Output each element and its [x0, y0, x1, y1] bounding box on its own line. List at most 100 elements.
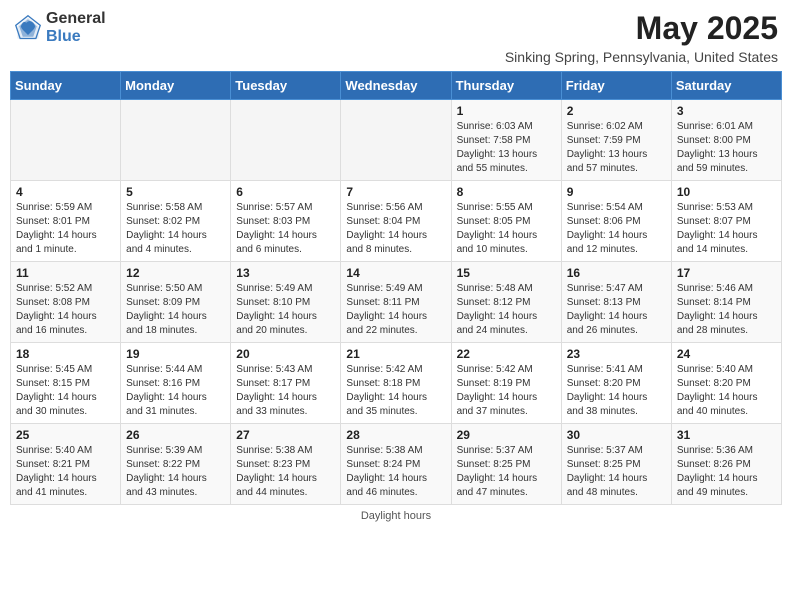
day-number: 19: [126, 347, 225, 361]
calendar-header-row: SundayMondayTuesdayWednesdayThursdayFrid…: [11, 72, 782, 100]
calendar-cell: 11 Sunrise: 5:52 AM Sunset: 8:08 PM Dayli…: [11, 262, 121, 343]
calendar-cell: 2 Sunrise: 6:02 AM Sunset: 7:59 PM Daylig…: [561, 100, 671, 181]
day-info: Sunrise: 5:52 AM Sunset: 8:08 PM Dayligh…: [16, 282, 115, 338]
calendar-week-row: 4 Sunrise: 5:59 AM Sunset: 8:01 PM Daylig…: [11, 181, 782, 262]
day-number: 31: [677, 428, 776, 442]
day-info: Sunrise: 5:54 AM Sunset: 8:06 PM Dayligh…: [567, 201, 666, 257]
day-info: Sunrise: 5:37 AM Sunset: 8:25 PM Dayligh…: [567, 444, 666, 500]
calendar-cell: 18 Sunrise: 5:45 AM Sunset: 8:15 PM Dayli…: [11, 343, 121, 424]
day-number: 18: [16, 347, 115, 361]
day-number: 13: [236, 266, 335, 280]
day-info: Sunrise: 5:45 AM Sunset: 8:15 PM Dayligh…: [16, 363, 115, 419]
day-info: Sunrise: 5:40 AM Sunset: 8:20 PM Dayligh…: [677, 363, 776, 419]
calendar-day-header: Wednesday: [341, 72, 451, 100]
day-number: 14: [346, 266, 445, 280]
calendar-cell: [121, 100, 231, 181]
calendar-cell: 15 Sunrise: 5:48 AM Sunset: 8:12 PM Dayli…: [451, 262, 561, 343]
day-number: 5: [126, 185, 225, 199]
logo-text: General Blue: [46, 10, 106, 45]
day-number: 15: [457, 266, 556, 280]
calendar-cell: [11, 100, 121, 181]
day-number: 4: [16, 185, 115, 199]
calendar-day-header: Thursday: [451, 72, 561, 100]
calendar-week-row: 18 Sunrise: 5:45 AM Sunset: 8:15 PM Dayli…: [11, 343, 782, 424]
day-info: Sunrise: 5:49 AM Sunset: 8:10 PM Dayligh…: [236, 282, 335, 338]
day-number: 23: [567, 347, 666, 361]
calendar-day-header: Sunday: [11, 72, 121, 100]
day-info: Sunrise: 5:55 AM Sunset: 8:05 PM Dayligh…: [457, 201, 556, 257]
calendar-cell: [341, 100, 451, 181]
calendar-day-header: Monday: [121, 72, 231, 100]
day-info: Sunrise: 6:02 AM Sunset: 7:59 PM Dayligh…: [567, 120, 666, 176]
calendar-day-header: Tuesday: [231, 72, 341, 100]
day-number: 29: [457, 428, 556, 442]
day-number: 21: [346, 347, 445, 361]
day-number: 20: [236, 347, 335, 361]
day-number: 26: [126, 428, 225, 442]
day-info: Sunrise: 5:39 AM Sunset: 8:22 PM Dayligh…: [126, 444, 225, 500]
location: Sinking Spring, Pennsylvania, United Sta…: [505, 49, 778, 65]
day-info: Sunrise: 5:58 AM Sunset: 8:02 PM Dayligh…: [126, 201, 225, 257]
day-info: Sunrise: 5:59 AM Sunset: 8:01 PM Dayligh…: [16, 201, 115, 257]
footer-note: Daylight hours: [10, 510, 782, 522]
day-info: Sunrise: 5:36 AM Sunset: 8:26 PM Dayligh…: [677, 444, 776, 500]
day-info: Sunrise: 5:56 AM Sunset: 8:04 PM Dayligh…: [346, 201, 445, 257]
calendar-cell: 23 Sunrise: 5:41 AM Sunset: 8:20 PM Dayli…: [561, 343, 671, 424]
calendar-cell: 26 Sunrise: 5:39 AM Sunset: 8:22 PM Dayli…: [121, 424, 231, 505]
calendar-table: SundayMondayTuesdayWednesdayThursdayFrid…: [10, 71, 782, 505]
day-info: Sunrise: 5:44 AM Sunset: 8:16 PM Dayligh…: [126, 363, 225, 419]
day-number: 12: [126, 266, 225, 280]
calendar-cell: 7 Sunrise: 5:56 AM Sunset: 8:04 PM Daylig…: [341, 181, 451, 262]
day-info: Sunrise: 5:43 AM Sunset: 8:17 PM Dayligh…: [236, 363, 335, 419]
calendar-cell: 30 Sunrise: 5:37 AM Sunset: 8:25 PM Dayli…: [561, 424, 671, 505]
day-number: 27: [236, 428, 335, 442]
logo: General Blue: [14, 10, 106, 45]
day-number: 8: [457, 185, 556, 199]
day-number: 3: [677, 104, 776, 118]
calendar-cell: 24 Sunrise: 5:40 AM Sunset: 8:20 PM Dayli…: [671, 343, 781, 424]
day-info: Sunrise: 5:53 AM Sunset: 8:07 PM Dayligh…: [677, 201, 776, 257]
calendar-week-row: 11 Sunrise: 5:52 AM Sunset: 8:08 PM Dayli…: [11, 262, 782, 343]
day-info: Sunrise: 5:37 AM Sunset: 8:25 PM Dayligh…: [457, 444, 556, 500]
calendar-cell: 21 Sunrise: 5:42 AM Sunset: 8:18 PM Dayli…: [341, 343, 451, 424]
calendar-cell: 22Sunrise: 5:42 AM Sunset: 8:19 PM Dayli…: [451, 343, 561, 424]
logo-general: General: [46, 10, 106, 28]
day-info: Sunrise: 5:42 AM Sunset: 8:18 PM Dayligh…: [346, 363, 445, 419]
day-number: 25: [16, 428, 115, 442]
calendar-cell: 25 Sunrise: 5:40 AM Sunset: 8:21 PM Dayli…: [11, 424, 121, 505]
day-number: 28: [346, 428, 445, 442]
day-number: 17: [677, 266, 776, 280]
calendar-cell: 29 Sunrise: 5:37 AM Sunset: 8:25 PM Dayli…: [451, 424, 561, 505]
calendar-cell: 5 Sunrise: 5:58 AM Sunset: 8:02 PM Daylig…: [121, 181, 231, 262]
calendar-cell: 4 Sunrise: 5:59 AM Sunset: 8:01 PM Daylig…: [11, 181, 121, 262]
day-number: 11: [16, 266, 115, 280]
calendar-cell: 12Sunrise: 5:50 AM Sunset: 8:09 PM Dayli…: [121, 262, 231, 343]
calendar-cell: 9 Sunrise: 5:54 AM Sunset: 8:06 PM Daylig…: [561, 181, 671, 262]
day-number: 30: [567, 428, 666, 442]
day-number: 24: [677, 347, 776, 361]
calendar-cell: 17 Sunrise: 5:46 AM Sunset: 8:14 PM Dayli…: [671, 262, 781, 343]
calendar-day-header: Saturday: [671, 72, 781, 100]
logo-icon: [14, 14, 42, 42]
day-info: Sunrise: 5:41 AM Sunset: 8:20 PM Dayligh…: [567, 363, 666, 419]
calendar-day-header: Friday: [561, 72, 671, 100]
calendar-cell: 19 Sunrise: 5:44 AM Sunset: 8:16 PM Dayli…: [121, 343, 231, 424]
day-number: 1: [457, 104, 556, 118]
calendar-cell: 27Sunrise: 5:38 AM Sunset: 8:23 PM Dayli…: [231, 424, 341, 505]
day-info: Sunrise: 5:40 AM Sunset: 8:21 PM Dayligh…: [16, 444, 115, 500]
day-info: Sunrise: 5:47 AM Sunset: 8:13 PM Dayligh…: [567, 282, 666, 338]
calendar-week-row: 1Sunrise: 6:03 AM Sunset: 7:58 PM Daylig…: [11, 100, 782, 181]
day-number: 10: [677, 185, 776, 199]
day-number: 7: [346, 185, 445, 199]
day-info: Sunrise: 5:49 AM Sunset: 8:11 PM Dayligh…: [346, 282, 445, 338]
title-block: May 2025 Sinking Spring, Pennsylvania, U…: [505, 10, 778, 65]
logo-blue: Blue: [46, 28, 106, 46]
calendar-cell: [231, 100, 341, 181]
calendar-cell: 1Sunrise: 6:03 AM Sunset: 7:58 PM Daylig…: [451, 100, 561, 181]
day-info: Sunrise: 5:48 AM Sunset: 8:12 PM Dayligh…: [457, 282, 556, 338]
day-number: 9: [567, 185, 666, 199]
calendar-cell: 14 Sunrise: 5:49 AM Sunset: 8:11 PM Dayli…: [341, 262, 451, 343]
day-info: Sunrise: 6:01 AM Sunset: 8:00 PM Dayligh…: [677, 120, 776, 176]
day-number: 2: [567, 104, 666, 118]
day-info: Sunrise: 5:46 AM Sunset: 8:14 PM Dayligh…: [677, 282, 776, 338]
